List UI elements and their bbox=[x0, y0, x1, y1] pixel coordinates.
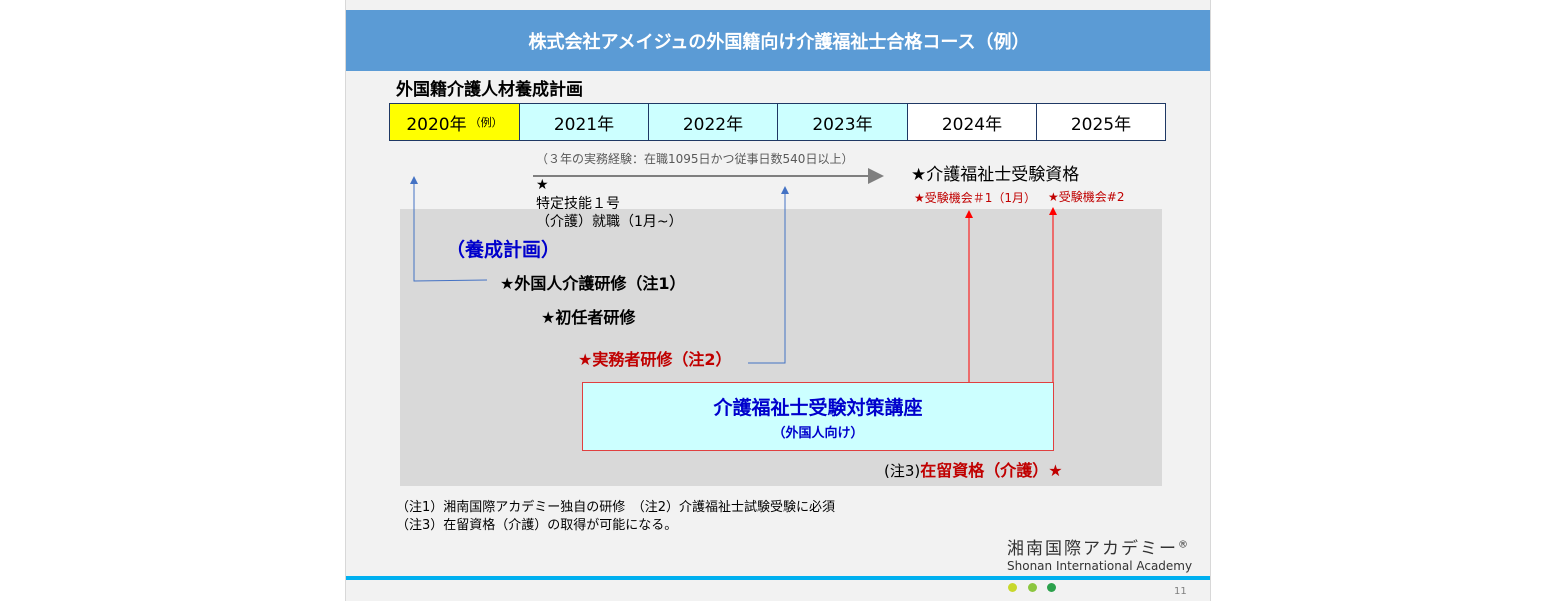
footnote-1: （注1）湘南国際アカデミー独自の研修 （注2）介護福祉士試験受験に必須 bbox=[396, 500, 836, 515]
logo-dot-light-green bbox=[1028, 583, 1037, 592]
academy-name-en: Shonan International Academy bbox=[1007, 559, 1193, 573]
slide: 株式会社アメイジュの外国籍向け介護福祉士合格コース（例） 外国籍介護人材養成計画… bbox=[345, 0, 1211, 601]
logo-dot-green bbox=[1047, 583, 1056, 592]
page-number: 11 bbox=[1174, 586, 1187, 597]
logo-dot-yellow bbox=[1008, 583, 1017, 592]
accent-line bbox=[346, 576, 1210, 580]
registered-mark: ® bbox=[1178, 539, 1190, 551]
practitioner-connector bbox=[748, 186, 789, 364]
academy-logo-jp: 湘南国際アカデミー® bbox=[1007, 534, 1190, 559]
academy-name-jp: 湘南国際アカデミー bbox=[1007, 539, 1178, 559]
foreign-training-connector bbox=[410, 176, 488, 282]
footnote-2: （注3）在留資格（介護）の取得が可能になる。 bbox=[396, 518, 678, 533]
